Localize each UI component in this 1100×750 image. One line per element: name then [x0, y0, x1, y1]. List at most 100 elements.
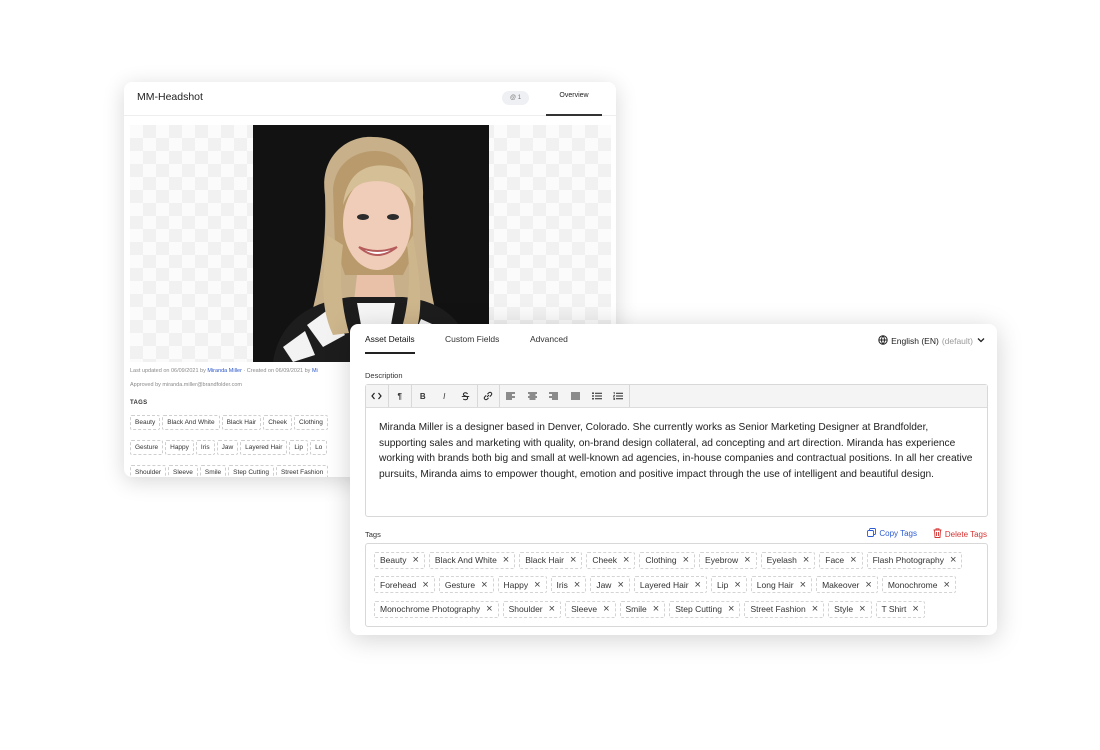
tag-chip[interactable]: Style ×: [828, 600, 872, 618]
preview-tag[interactable]: Gesture: [130, 440, 164, 455]
tag-chip[interactable]: Black Hair ×: [519, 551, 583, 569]
preview-tag[interactable]: Happy: [165, 440, 194, 455]
tag-chip[interactable]: Makeover ×: [816, 576, 878, 593]
tab-overview[interactable]: Overview: [546, 82, 602, 116]
tag-chip[interactable]: Iris ×: [550, 576, 587, 593]
preview-tag[interactable]: Step Cutting: [228, 465, 274, 477]
remove-tag-icon[interactable]: ×: [943, 579, 949, 590]
tag-chip[interactable]: Black And White ×: [428, 551, 516, 569]
remove-tag-icon[interactable]: ×: [570, 555, 576, 566]
remove-tag-icon[interactable]: ×: [422, 579, 428, 590]
remove-tag-icon[interactable]: ×: [695, 579, 701, 590]
remove-tag-icon[interactable]: ×: [503, 555, 509, 566]
remove-tag-icon[interactable]: ×: [486, 604, 492, 615]
remove-tag-icon[interactable]: ×: [623, 555, 629, 566]
tag-chip[interactable]: T Shirt ×: [875, 600, 925, 618]
delete-tags-button[interactable]: Delete Tags: [933, 528, 987, 540]
align-justify-icon[interactable]: [565, 385, 587, 407]
paragraph-icon[interactable]: ¶: [389, 385, 411, 407]
tag-chip[interactable]: Street Fashion ×: [744, 600, 825, 618]
tag-chip[interactable]: Clothing ×: [639, 551, 696, 569]
preview-tag[interactable]: Jaw: [216, 440, 239, 455]
tag-chip[interactable]: Forehead ×: [374, 576, 435, 593]
created-by-link[interactable]: Mi: [312, 368, 318, 374]
tag-chip[interactable]: Monochrome ×: [881, 576, 956, 593]
remove-tag-icon[interactable]: ×: [850, 555, 856, 566]
tag-chip[interactable]: Gesture ×: [438, 576, 494, 593]
remove-tag-icon[interactable]: ×: [950, 555, 956, 566]
remove-tag-icon[interactable]: ×: [534, 579, 540, 590]
tag-chip[interactable]: Shoulder ×: [502, 600, 562, 618]
preview-tag[interactable]: Black And White: [162, 415, 220, 430]
remove-tag-icon[interactable]: ×: [683, 555, 689, 566]
preview-tag[interactable]: Lip: [289, 440, 309, 455]
preview-tag[interactable]: Black Hair: [221, 415, 262, 430]
copy-tags-button[interactable]: Copy Tags: [867, 528, 917, 539]
tag-chip[interactable]: Beauty ×: [374, 551, 425, 569]
remove-tag-icon[interactable]: ×: [412, 555, 418, 566]
tag-chip[interactable]: Monochrome Photography ×: [374, 600, 499, 618]
remove-tag-icon[interactable]: ×: [617, 579, 623, 590]
preview-tag[interactable]: Iris: [195, 440, 215, 455]
bullet-list-icon[interactable]: [586, 385, 608, 407]
strikethrough-icon[interactable]: [455, 385, 477, 407]
tag-label: Beauty: [380, 555, 407, 565]
preview-tag[interactable]: Shoulder: [130, 465, 167, 477]
updated-by-link[interactable]: Miranda Miller: [207, 368, 242, 374]
remove-tag-icon[interactable]: ×: [800, 579, 806, 590]
remove-tag-icon[interactable]: ×: [549, 604, 555, 615]
tag-label: Flash Photography: [872, 555, 944, 565]
remove-tag-icon[interactable]: ×: [812, 604, 818, 615]
tag-chip[interactable]: Face ×: [819, 551, 863, 569]
tag-chip[interactable]: Flash Photography ×: [866, 551, 963, 569]
remove-tag-icon[interactable]: ×: [603, 604, 609, 615]
link-icon[interactable]: [477, 385, 499, 407]
preview-tag[interactable]: Smile: [199, 465, 227, 477]
tag-chip[interactable]: Step Cutting ×: [669, 600, 741, 618]
code-icon[interactable]: [366, 385, 388, 407]
tag-chip[interactable]: Eyebrow ×: [699, 551, 757, 569]
numbered-list-icon[interactable]: [608, 385, 630, 407]
preview-tag[interactable]: Cheek: [263, 415, 292, 430]
tag-chip[interactable]: Cheek ×: [586, 551, 636, 569]
description-text[interactable]: Miranda Miller is a designer based in De…: [366, 408, 987, 494]
bold-icon[interactable]: B: [412, 385, 434, 407]
remove-tag-icon[interactable]: ×: [803, 555, 809, 566]
italic-icon[interactable]: I: [434, 385, 456, 407]
align-center-icon[interactable]: [522, 385, 544, 407]
preview-tag[interactable]: Sleeve: [168, 465, 198, 477]
remove-tag-icon[interactable]: ×: [744, 555, 750, 566]
tag-chip[interactable]: Eyelash ×: [760, 551, 816, 569]
version-badge[interactable]: @ 1: [502, 91, 530, 105]
preview-tag[interactable]: Layered Hair: [240, 440, 288, 455]
language-selector[interactable]: English (EN) (default): [878, 335, 986, 347]
tab-asset-details[interactable]: Asset Details: [365, 334, 415, 354]
preview-tag[interactable]: Lo: [310, 440, 328, 455]
preview-tag[interactable]: Beauty: [130, 415, 161, 430]
tag-chip[interactable]: Layered Hair ×: [633, 576, 707, 593]
tag-label: Jaw: [596, 579, 612, 590]
remove-tag-icon[interactable]: ×: [734, 579, 740, 590]
remove-tag-icon[interactable]: ×: [728, 604, 734, 615]
tab-advanced[interactable]: Advanced: [530, 334, 568, 344]
remove-tag-icon[interactable]: ×: [859, 604, 865, 615]
align-left-icon[interactable]: [500, 385, 522, 407]
tag-chip[interactable]: Happy ×: [497, 576, 547, 593]
tag-chip[interactable]: Lip ×: [710, 576, 747, 593]
tag-chip[interactable]: Smile ×: [619, 600, 666, 618]
align-right-icon[interactable]: [543, 385, 565, 407]
tag-label: Happy: [503, 579, 529, 590]
remove-tag-icon[interactable]: ×: [912, 604, 918, 615]
preview-tag[interactable]: Street Fashion: [275, 465, 329, 477]
preview-tag-list: Beauty Black And White Black Hair Cheek Clot…: [130, 411, 355, 477]
remove-tag-icon[interactable]: ×: [481, 579, 487, 590]
remove-tag-icon[interactable]: ×: [653, 604, 659, 615]
tag-chip[interactable]: Jaw ×: [590, 576, 630, 593]
tag-label: Style: [834, 604, 854, 614]
preview-tag[interactable]: Clothing: [294, 415, 328, 430]
remove-tag-icon[interactable]: ×: [574, 579, 580, 590]
remove-tag-icon[interactable]: ×: [865, 579, 871, 590]
tag-chip[interactable]: Sleeve ×: [565, 600, 616, 618]
tab-custom-fields[interactable]: Custom Fields: [445, 334, 499, 344]
tag-chip[interactable]: Long Hair ×: [750, 576, 813, 593]
